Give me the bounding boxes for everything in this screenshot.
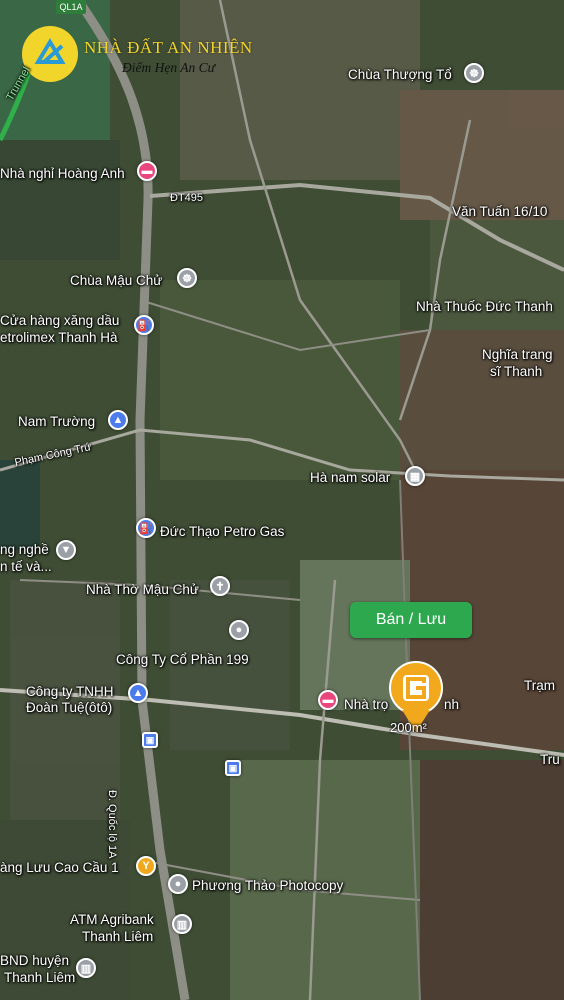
place-label[interactable]: Đoàn Tuệ(ôtô) <box>26 700 112 716</box>
fuel-icon[interactable]: ⛽ <box>134 315 154 335</box>
place-label[interactable]: etrolimex Thanh Hà <box>0 330 118 346</box>
shopping-bag-icon[interactable]: ▲ <box>108 410 128 430</box>
route-shield: QL1A <box>56 0 86 14</box>
school-icon[interactable]: ▼ <box>56 540 76 560</box>
place-label[interactable]: Trạm <box>524 678 555 694</box>
brand-name: NHÀ ĐẤT AN NHIÊN <box>84 38 253 57</box>
restaurant-icon[interactable]: Y <box>136 856 156 876</box>
place-label[interactable]: ng nghề <box>0 542 49 558</box>
place-label[interactable]: Nhà nghỉ Hoàng Anh <box>0 166 125 182</box>
place-label[interactable]: Chùa Thượng Tổ <box>348 67 452 83</box>
location-icon[interactable]: ● <box>229 620 249 640</box>
place-label[interactable]: BND huyện <box>0 953 69 969</box>
place-label[interactable]: Nhà trọ <box>344 697 388 713</box>
place-label[interactable]: Thanh Liêm <box>82 929 153 945</box>
place-label[interactable]: Thanh Liêm <box>4 970 75 986</box>
bed-icon[interactable]: ▬ <box>137 161 157 181</box>
location-icon[interactable]: ● <box>168 874 188 894</box>
bed-icon[interactable]: ▬ <box>318 690 338 710</box>
fuel-icon[interactable]: ⛽ <box>136 518 156 538</box>
bus-stop-icon[interactable]: ▣ <box>142 732 158 748</box>
bank-icon[interactable]: ▥ <box>172 914 192 934</box>
sale-save-button[interactable]: Bán / Lưu <box>350 602 472 638</box>
satellite-map[interactable] <box>0 0 564 1000</box>
area-label: 200m² <box>390 720 427 735</box>
place-label[interactable]: n tế và... <box>0 559 52 575</box>
place-label[interactable]: àng Lưu Cao Cầu 1 <box>0 860 119 876</box>
place-label[interactable]: Phương Thảo Photocopy <box>192 878 343 894</box>
temple-icon[interactable]: ☸ <box>177 268 197 288</box>
temple-icon[interactable]: ☸ <box>464 63 484 83</box>
road-label: ĐT495 <box>170 192 204 204</box>
place-label[interactable]: Văn Tuấn 16/10 <box>452 204 547 220</box>
government-icon[interactable]: ▥ <box>76 958 96 978</box>
place-label[interactable]: Công Ty Cổ Phần 199 <box>116 652 249 668</box>
place-label[interactable]: Hà nam solar <box>310 470 390 486</box>
building-icon[interactable]: ▦ <box>405 466 425 486</box>
place-label[interactable]: Tru <box>540 752 560 768</box>
place-label[interactable]: Nhà Thờ Mậu Chử <box>86 582 199 598</box>
bus-stop-icon[interactable]: ▣ <box>225 760 241 776</box>
road-label: Đ. Quốc lộ 1A <box>106 790 118 859</box>
place-label[interactable]: Nhà Thuốc Đức Thanh <box>416 299 553 315</box>
place-label[interactable]: nh <box>444 697 459 713</box>
church-icon[interactable]: ✝ <box>210 576 230 596</box>
place-label[interactable]: ATM Agribank <box>70 912 154 928</box>
place-label[interactable]: Cửa hàng xăng dầu <box>0 313 119 329</box>
place-label[interactable]: Đức Thạo Petro Gas <box>160 524 284 540</box>
place-label[interactable]: Nghĩa trang <box>482 347 553 363</box>
place-label[interactable]: sĩ Thanh <box>490 364 542 380</box>
place-label[interactable]: Nam Trường <box>18 414 95 430</box>
brand-tagline: Điểm Hẹn An Cư <box>122 60 215 75</box>
place-label[interactable]: Chùa Mậu Chử <box>70 273 162 289</box>
shopping-bag-icon[interactable]: ▲ <box>128 683 148 703</box>
place-label[interactable]: Công ty TNHH <box>26 684 114 700</box>
